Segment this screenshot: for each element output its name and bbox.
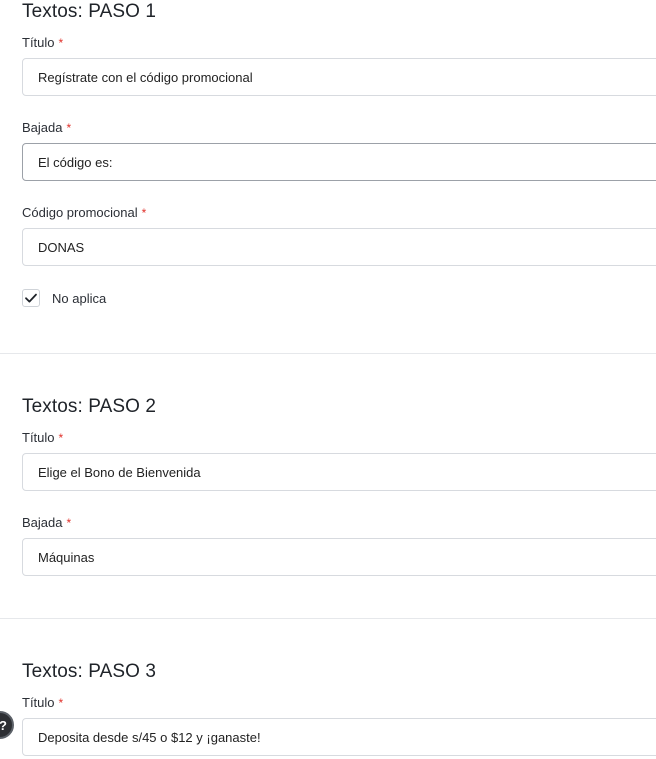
- titulo-label-text: Título: [22, 35, 55, 50]
- codigo-promocional-input[interactable]: [22, 228, 656, 266]
- codigo-promocional-label: Código promocional *: [22, 205, 146, 221]
- codigo-label-text: Código promocional: [22, 205, 138, 220]
- required-asterisk: *: [58, 36, 64, 50]
- titulo-label-text: Título: [22, 430, 55, 445]
- section-title-paso-2: Textos: PASO 2: [22, 396, 157, 417]
- section-title-paso-3: Textos: PASO 3: [22, 661, 157, 682]
- help-icon: ?: [0, 718, 7, 733]
- titulo-label-paso-1: Título *: [22, 35, 63, 51]
- required-asterisk: *: [141, 206, 147, 220]
- bajada-input-paso-2[interactable]: [22, 538, 656, 576]
- required-asterisk: *: [58, 696, 64, 710]
- titulo-input-paso-2[interactable]: [22, 453, 656, 491]
- titulo-input-paso-3[interactable]: [22, 718, 656, 756]
- bajada-label-text: Bajada: [22, 515, 63, 530]
- bajada-label-paso-2: Bajada *: [22, 515, 71, 531]
- form-page: Textos: PASO 1 Título* Bajada* Código pr…: [0, 0, 656, 759]
- bajada-input-paso-1[interactable]: [22, 143, 656, 181]
- section-title-paso-1: Textos: PASO 1: [22, 1, 157, 22]
- no-aplica-checkbox[interactable]: [22, 289, 40, 307]
- titulo-label-text: Título: [22, 695, 55, 710]
- titulo-label-paso-2: Título *: [22, 430, 63, 446]
- titulo-input-paso-1[interactable]: [22, 58, 656, 96]
- section-divider: [0, 618, 656, 619]
- no-aplica-label: No aplica: [52, 290, 107, 306]
- help-button[interactable]: ?: [0, 711, 14, 739]
- required-asterisk: *: [66, 516, 72, 530]
- checkmark-icon: [25, 293, 37, 303]
- required-asterisk: *: [66, 121, 72, 135]
- no-aplica-checkbox-row[interactable]: No aplica: [22, 288, 106, 308]
- bajada-label-text: Bajada: [22, 120, 63, 135]
- titulo-label-paso-3: Título *: [22, 695, 63, 711]
- section-divider: [0, 353, 656, 354]
- bajada-label-paso-1: Bajada *: [22, 120, 71, 136]
- required-asterisk: *: [58, 431, 64, 445]
